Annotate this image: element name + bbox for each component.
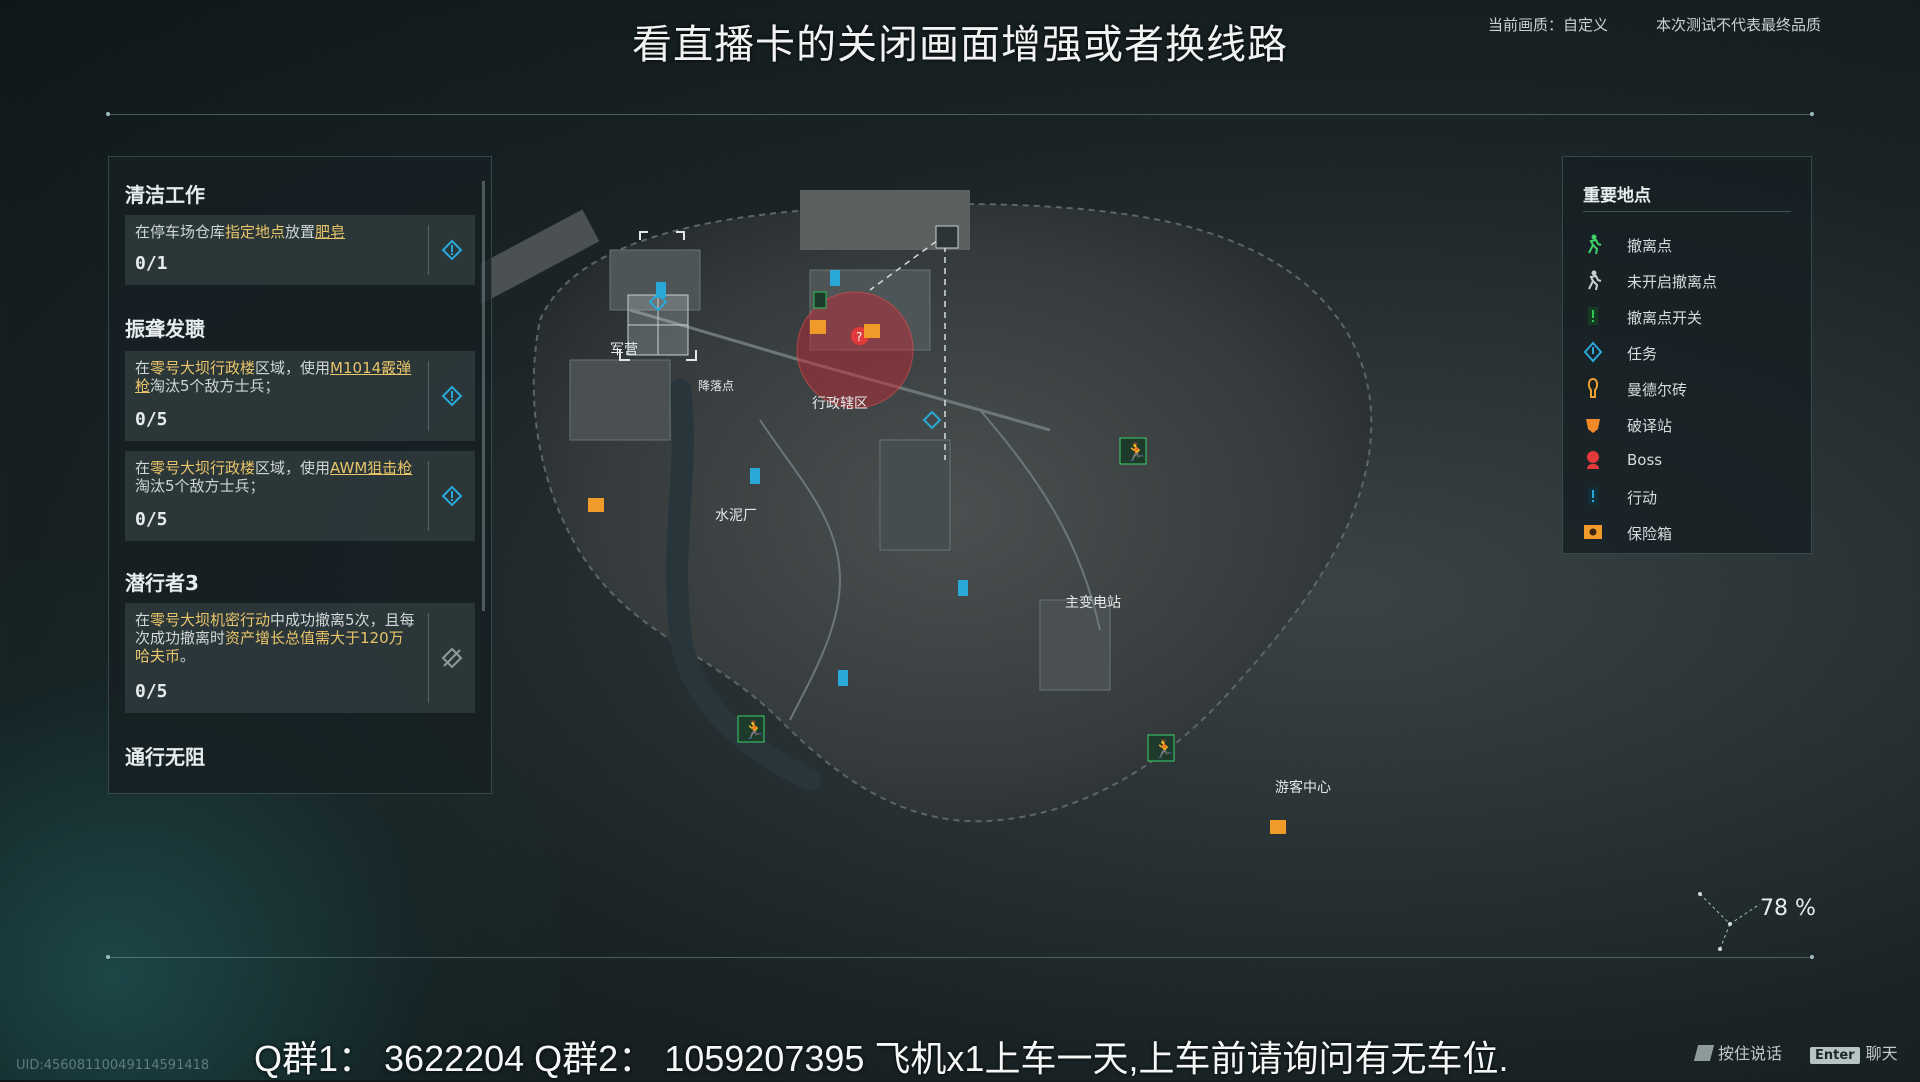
task-description: 在停车场仓库指定地点放置肥皂 xyxy=(135,223,346,241)
mission-diamond-icon[interactable] xyxy=(441,485,463,507)
legend-title: 重要地点 xyxy=(1583,186,1651,206)
action-icon xyxy=(838,670,848,686)
stream-caption-top: 看直播卡的关闭画面增强或者换线路 xyxy=(632,22,1288,68)
extract-closed-icon xyxy=(935,225,959,249)
task-progress: 0/5 xyxy=(135,409,168,430)
extract-point-icon xyxy=(1588,234,1602,255)
enter-key: Enter xyxy=(1810,1047,1860,1064)
label-substation: 主变电站 xyxy=(1065,595,1121,611)
extract-switch-icon xyxy=(813,291,827,309)
legend-item[interactable]: 保险箱 xyxy=(1583,521,1803,545)
stream-caption-bottom: Q群1： 3622204 Q群2： 1059207395 飞机x1上车一天,上车… xyxy=(254,1038,1509,1079)
mission-diamond-icon xyxy=(1583,341,1603,363)
safe-icon xyxy=(1584,525,1602,539)
boss-icon xyxy=(1587,451,1599,469)
tactical-map[interactable]: 军营 降落点 行政辖区 水泥厂 主变电站 游客中心 🏃 🏃 🏃 ? xyxy=(480,160,1480,860)
mission-diamond-icon[interactable] xyxy=(441,385,463,407)
frame-node xyxy=(106,955,110,959)
legend-item[interactable]: 曼德尔砖 xyxy=(1583,377,1803,401)
extract-closed-icon xyxy=(1588,270,1602,291)
task-progress: 0/1 xyxy=(135,253,168,274)
svg-text:🏃: 🏃 xyxy=(1153,738,1175,760)
player-uid: UID:4560811004911459141​8 xyxy=(16,1058,210,1073)
task-group-title: 潜行者3 xyxy=(125,571,199,595)
divider xyxy=(428,225,429,275)
task-group-title: 振聋发聩 xyxy=(125,317,205,341)
label-drop-point: 降落点 xyxy=(698,379,734,393)
frame-top-line xyxy=(108,114,1812,115)
action-icon xyxy=(958,580,968,596)
task-panel[interactable]: 清洁工作 在停车场仓库指定地点放置肥皂 0/1 振聋发聩 在零号大坝行政楼区域，… xyxy=(108,156,492,794)
task-group-title: 通行无阻 xyxy=(125,745,205,769)
action-icon xyxy=(830,270,840,286)
safe-icon xyxy=(588,498,604,512)
building-visitor xyxy=(1039,599,1111,691)
mandel-brick-icon xyxy=(1587,377,1599,398)
extract-point-icon: 🏃 xyxy=(737,715,765,743)
frame-node xyxy=(1810,955,1814,959)
task-item[interactable]: 在零号大坝机密行动中成功撤离5次，且每次成功撤离时资产增长总值需大于120万哈夫… xyxy=(125,603,475,713)
boss-zone xyxy=(796,291,914,409)
legend-item[interactable]: 行动 xyxy=(1583,485,1803,509)
task-item[interactable]: 在零号大坝行政楼区域，使用AWM狙击枪淘汰5个敌方士兵； 0/5 xyxy=(125,451,475,541)
extract-point-icon: 🏃 xyxy=(1119,437,1147,465)
task-item[interactable]: 在零号大坝行政楼区域，使用M1014霰弹枪淘汰5个敌方士兵； 0/5 xyxy=(125,351,475,441)
legend-item[interactable]: Boss xyxy=(1583,449,1803,473)
frame-node xyxy=(106,112,110,116)
svg-text:?: ? xyxy=(856,330,862,344)
divider xyxy=(428,461,429,531)
locked-mission-icon[interactable] xyxy=(441,647,463,669)
legend-panel: 重要地点 撤离点 未开启撤离点 撤离点开关 任务 曼德尔砖 破译站 Boss 行… xyxy=(1562,156,1812,554)
decrypt-station-icon xyxy=(1586,419,1600,433)
task-progress: 0/5 xyxy=(135,509,168,530)
task-description: 在零号大坝行政楼区域，使用M1014霰弹枪淘汰5个敌方士兵； xyxy=(135,359,412,395)
svg-text:🏃: 🏃 xyxy=(743,719,765,741)
action-icon xyxy=(750,468,760,484)
divider xyxy=(1583,211,1791,212)
safe-icon xyxy=(810,320,826,334)
label-barracks: 军营 xyxy=(610,342,638,358)
building-cement xyxy=(569,359,671,441)
mission-diamond-icon[interactable] xyxy=(441,239,463,261)
chat-hint[interactable]: Enter 聊天 xyxy=(1810,1040,1898,1064)
task-progress: 0/5 xyxy=(135,681,168,702)
map-compass-icon xyxy=(1698,892,1761,951)
divider xyxy=(428,361,429,431)
quality-label: 当前画质：自定义 xyxy=(1488,16,1609,34)
svg-text:🏃: 🏃 xyxy=(1125,441,1147,463)
legend-item[interactable]: 破译站 xyxy=(1583,413,1803,437)
action-icon xyxy=(1588,487,1598,505)
label-visitor-center: 游客中心 xyxy=(1275,779,1331,796)
extract-point-icon: 🏃 xyxy=(1147,734,1175,762)
zoom-level[interactable]: 78 % xyxy=(1760,896,1816,921)
task-panel-scrollbar[interactable] xyxy=(482,181,485,611)
task-description: 在零号大坝行政楼区域，使用AWM狙击枪淘汰5个敌方士兵； xyxy=(135,459,413,495)
push-to-talk-hint[interactable]: 按住说话 xyxy=(1693,1040,1782,1064)
task-description: 在零号大坝机密行动中成功撤离5次，且每次成功撤离时资产增长总值需大于120万哈夫… xyxy=(135,611,415,665)
legend-item[interactable]: 任务 xyxy=(1583,341,1803,365)
building-substation xyxy=(879,439,951,551)
label-admin-area: 行政辖区 xyxy=(812,396,868,412)
frame-node xyxy=(1810,112,1814,116)
task-group-title: 清洁工作 xyxy=(125,183,205,207)
label-cement-plant: 水泥厂 xyxy=(715,508,757,524)
safe-icon xyxy=(1270,820,1286,834)
divider xyxy=(428,613,429,703)
legend-item[interactable]: 撤离点 xyxy=(1583,233,1803,257)
extract-switch-icon xyxy=(1588,307,1598,325)
microphone-icon xyxy=(1693,1045,1715,1061)
legend-item[interactable]: 未开启撤离点 xyxy=(1583,269,1803,293)
frame-bottom-line xyxy=(108,957,1812,958)
task-item[interactable]: 在停车场仓库指定地点放置肥皂 0/1 xyxy=(125,215,475,285)
legend-item[interactable]: 撤离点开关 xyxy=(1583,305,1803,329)
test-notice: 本次测试不代表最终品质 xyxy=(1656,16,1822,34)
safe-icon xyxy=(864,324,880,338)
